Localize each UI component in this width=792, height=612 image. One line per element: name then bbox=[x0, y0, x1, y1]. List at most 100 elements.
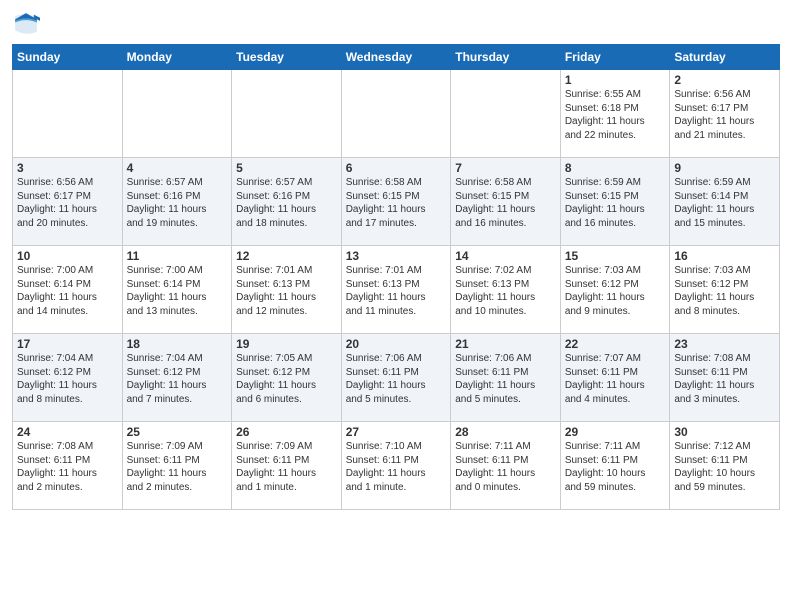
weekday-header-wednesday: Wednesday bbox=[341, 45, 451, 70]
day-number: 29 bbox=[565, 425, 666, 439]
day-number: 10 bbox=[17, 249, 118, 263]
calendar-week-row-3: 10Sunrise: 7:00 AM Sunset: 6:14 PM Dayli… bbox=[13, 246, 780, 334]
day-info: Sunrise: 7:01 AM Sunset: 6:13 PM Dayligh… bbox=[346, 264, 447, 318]
day-number: 30 bbox=[674, 425, 775, 439]
day-info: Sunrise: 7:11 AM Sunset: 6:11 PM Dayligh… bbox=[565, 440, 666, 494]
day-number: 24 bbox=[17, 425, 118, 439]
calendar-cell: 2Sunrise: 6:56 AM Sunset: 6:17 PM Daylig… bbox=[670, 70, 780, 158]
logo bbox=[12, 10, 44, 38]
day-number: 13 bbox=[346, 249, 447, 263]
day-number: 12 bbox=[236, 249, 337, 263]
calendar-cell: 15Sunrise: 7:03 AM Sunset: 6:12 PM Dayli… bbox=[560, 246, 670, 334]
calendar-cell: 9Sunrise: 6:59 AM Sunset: 6:14 PM Daylig… bbox=[670, 158, 780, 246]
calendar-table: SundayMondayTuesdayWednesdayThursdayFrid… bbox=[12, 44, 780, 510]
day-number: 17 bbox=[17, 337, 118, 351]
day-number: 18 bbox=[127, 337, 228, 351]
day-info: Sunrise: 7:00 AM Sunset: 6:14 PM Dayligh… bbox=[17, 264, 118, 318]
calendar-cell: 16Sunrise: 7:03 AM Sunset: 6:12 PM Dayli… bbox=[670, 246, 780, 334]
day-number: 4 bbox=[127, 161, 228, 175]
calendar-cell: 28Sunrise: 7:11 AM Sunset: 6:11 PM Dayli… bbox=[451, 422, 561, 510]
calendar-cell: 5Sunrise: 6:57 AM Sunset: 6:16 PM Daylig… bbox=[232, 158, 342, 246]
day-number: 23 bbox=[674, 337, 775, 351]
calendar-cell: 4Sunrise: 6:57 AM Sunset: 6:16 PM Daylig… bbox=[122, 158, 232, 246]
calendar-cell: 29Sunrise: 7:11 AM Sunset: 6:11 PM Dayli… bbox=[560, 422, 670, 510]
day-number: 5 bbox=[236, 161, 337, 175]
calendar-cell: 27Sunrise: 7:10 AM Sunset: 6:11 PM Dayli… bbox=[341, 422, 451, 510]
calendar-cell: 7Sunrise: 6:58 AM Sunset: 6:15 PM Daylig… bbox=[451, 158, 561, 246]
day-number: 26 bbox=[236, 425, 337, 439]
day-info: Sunrise: 7:06 AM Sunset: 6:11 PM Dayligh… bbox=[346, 352, 447, 406]
day-number: 3 bbox=[17, 161, 118, 175]
day-info: Sunrise: 7:07 AM Sunset: 6:11 PM Dayligh… bbox=[565, 352, 666, 406]
calendar-cell: 22Sunrise: 7:07 AM Sunset: 6:11 PM Dayli… bbox=[560, 334, 670, 422]
calendar-cell bbox=[13, 70, 123, 158]
calendar-cell: 23Sunrise: 7:08 AM Sunset: 6:11 PM Dayli… bbox=[670, 334, 780, 422]
day-number: 14 bbox=[455, 249, 556, 263]
day-info: Sunrise: 6:59 AM Sunset: 6:15 PM Dayligh… bbox=[565, 176, 666, 230]
day-number: 2 bbox=[674, 73, 775, 87]
weekday-header-thursday: Thursday bbox=[451, 45, 561, 70]
day-number: 20 bbox=[346, 337, 447, 351]
calendar-cell bbox=[122, 70, 232, 158]
calendar-cell: 21Sunrise: 7:06 AM Sunset: 6:11 PM Dayli… bbox=[451, 334, 561, 422]
calendar-cell bbox=[341, 70, 451, 158]
day-number: 16 bbox=[674, 249, 775, 263]
calendar-cell: 6Sunrise: 6:58 AM Sunset: 6:15 PM Daylig… bbox=[341, 158, 451, 246]
calendar-cell: 11Sunrise: 7:00 AM Sunset: 6:14 PM Dayli… bbox=[122, 246, 232, 334]
day-number: 19 bbox=[236, 337, 337, 351]
day-info: Sunrise: 7:11 AM Sunset: 6:11 PM Dayligh… bbox=[455, 440, 556, 494]
day-info: Sunrise: 7:05 AM Sunset: 6:12 PM Dayligh… bbox=[236, 352, 337, 406]
day-number: 21 bbox=[455, 337, 556, 351]
calendar-week-row-1: 1Sunrise: 6:55 AM Sunset: 6:18 PM Daylig… bbox=[13, 70, 780, 158]
day-info: Sunrise: 7:02 AM Sunset: 6:13 PM Dayligh… bbox=[455, 264, 556, 318]
calendar-week-row-4: 17Sunrise: 7:04 AM Sunset: 6:12 PM Dayli… bbox=[13, 334, 780, 422]
day-info: Sunrise: 7:00 AM Sunset: 6:14 PM Dayligh… bbox=[127, 264, 228, 318]
day-info: Sunrise: 7:09 AM Sunset: 6:11 PM Dayligh… bbox=[236, 440, 337, 494]
day-info: Sunrise: 7:04 AM Sunset: 6:12 PM Dayligh… bbox=[17, 352, 118, 406]
day-number: 9 bbox=[674, 161, 775, 175]
day-info: Sunrise: 7:08 AM Sunset: 6:11 PM Dayligh… bbox=[17, 440, 118, 494]
day-info: Sunrise: 6:58 AM Sunset: 6:15 PM Dayligh… bbox=[346, 176, 447, 230]
day-number: 11 bbox=[127, 249, 228, 263]
day-number: 28 bbox=[455, 425, 556, 439]
calendar-cell: 30Sunrise: 7:12 AM Sunset: 6:11 PM Dayli… bbox=[670, 422, 780, 510]
day-info: Sunrise: 7:08 AM Sunset: 6:11 PM Dayligh… bbox=[674, 352, 775, 406]
day-number: 1 bbox=[565, 73, 666, 87]
day-info: Sunrise: 7:12 AM Sunset: 6:11 PM Dayligh… bbox=[674, 440, 775, 494]
day-info: Sunrise: 7:06 AM Sunset: 6:11 PM Dayligh… bbox=[455, 352, 556, 406]
day-info: Sunrise: 6:59 AM Sunset: 6:14 PM Dayligh… bbox=[674, 176, 775, 230]
day-number: 6 bbox=[346, 161, 447, 175]
calendar-cell: 19Sunrise: 7:05 AM Sunset: 6:12 PM Dayli… bbox=[232, 334, 342, 422]
logo-icon bbox=[12, 10, 40, 38]
day-info: Sunrise: 6:55 AM Sunset: 6:18 PM Dayligh… bbox=[565, 88, 666, 142]
weekday-header-saturday: Saturday bbox=[670, 45, 780, 70]
day-info: Sunrise: 7:03 AM Sunset: 6:12 PM Dayligh… bbox=[565, 264, 666, 318]
calendar-cell bbox=[451, 70, 561, 158]
calendar-cell: 8Sunrise: 6:59 AM Sunset: 6:15 PM Daylig… bbox=[560, 158, 670, 246]
header bbox=[12, 10, 780, 38]
calendar-cell: 25Sunrise: 7:09 AM Sunset: 6:11 PM Dayli… bbox=[122, 422, 232, 510]
weekday-header-monday: Monday bbox=[122, 45, 232, 70]
day-info: Sunrise: 6:58 AM Sunset: 6:15 PM Dayligh… bbox=[455, 176, 556, 230]
calendar-cell: 10Sunrise: 7:00 AM Sunset: 6:14 PM Dayli… bbox=[13, 246, 123, 334]
calendar-cell bbox=[232, 70, 342, 158]
day-number: 25 bbox=[127, 425, 228, 439]
calendar-cell: 20Sunrise: 7:06 AM Sunset: 6:11 PM Dayli… bbox=[341, 334, 451, 422]
weekday-header-friday: Friday bbox=[560, 45, 670, 70]
day-info: Sunrise: 6:57 AM Sunset: 6:16 PM Dayligh… bbox=[127, 176, 228, 230]
day-info: Sunrise: 7:01 AM Sunset: 6:13 PM Dayligh… bbox=[236, 264, 337, 318]
calendar-cell: 24Sunrise: 7:08 AM Sunset: 6:11 PM Dayli… bbox=[13, 422, 123, 510]
day-info: Sunrise: 7:09 AM Sunset: 6:11 PM Dayligh… bbox=[127, 440, 228, 494]
calendar-week-row-5: 24Sunrise: 7:08 AM Sunset: 6:11 PM Dayli… bbox=[13, 422, 780, 510]
day-info: Sunrise: 7:10 AM Sunset: 6:11 PM Dayligh… bbox=[346, 440, 447, 494]
day-number: 7 bbox=[455, 161, 556, 175]
day-info: Sunrise: 6:56 AM Sunset: 6:17 PM Dayligh… bbox=[674, 88, 775, 142]
calendar-cell: 18Sunrise: 7:04 AM Sunset: 6:12 PM Dayli… bbox=[122, 334, 232, 422]
day-number: 15 bbox=[565, 249, 666, 263]
weekday-header-tuesday: Tuesday bbox=[232, 45, 342, 70]
day-info: Sunrise: 7:03 AM Sunset: 6:12 PM Dayligh… bbox=[674, 264, 775, 318]
day-info: Sunrise: 6:56 AM Sunset: 6:17 PM Dayligh… bbox=[17, 176, 118, 230]
calendar-cell: 26Sunrise: 7:09 AM Sunset: 6:11 PM Dayli… bbox=[232, 422, 342, 510]
day-number: 27 bbox=[346, 425, 447, 439]
day-number: 22 bbox=[565, 337, 666, 351]
